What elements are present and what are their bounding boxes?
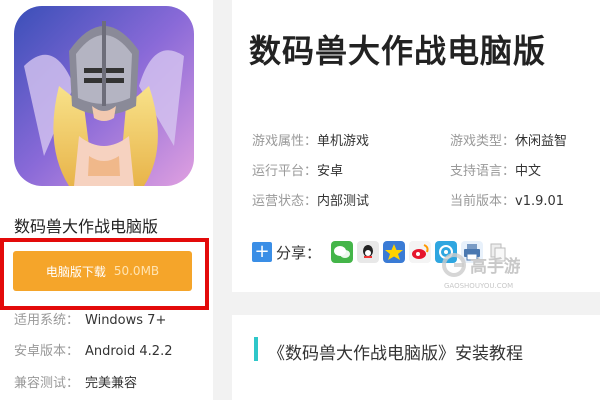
watermark-domain: GAOSHOUYOU.COM: [444, 282, 513, 290]
attr-value: 单机游戏: [317, 134, 370, 149]
meta-value: Android 4.2.2: [85, 344, 173, 359]
page-title: 数码兽大作战电脑版: [249, 32, 547, 70]
meta-key: 安卓版本：: [14, 344, 80, 359]
attr-value: 休闲益智: [515, 134, 568, 149]
download-label: 电脑版下载: [45, 264, 106, 279]
watermark-brand: 高手游: [470, 256, 520, 277]
weibo-icon[interactable]: [409, 241, 432, 263]
attr-type: 游戏类型：休闲益智: [450, 130, 567, 149]
attr-version: 当前版本：v1.9.01: [450, 190, 564, 209]
qq-icon[interactable]: [357, 241, 380, 263]
app-name: 数码兽大作战电脑版: [14, 217, 159, 236]
attr-key: 运行平台：: [252, 164, 318, 179]
meta-system: 适用系统： Windows 7+: [14, 309, 166, 328]
attr-status: 运营状态：内部测试: [252, 190, 369, 209]
attr-key: 支持语言：: [450, 164, 516, 179]
meta-key: 兼容测试：: [14, 376, 80, 391]
attr-value: 中文: [515, 164, 542, 179]
attr-platform: 运行平台：安卓: [252, 160, 343, 179]
attr-value: v1.9.01: [515, 194, 565, 209]
meta-key: 适用系统：: [14, 313, 80, 328]
share-label: 分享：: [276, 243, 322, 262]
attr-key: 游戏属性：: [252, 134, 318, 149]
wechat-icon[interactable]: [331, 241, 354, 263]
meta-value: 完美兼容: [85, 376, 138, 391]
attr-value: 内部测试: [317, 194, 370, 209]
qzone-icon[interactable]: [383, 241, 406, 263]
attr-value: 安卓: [317, 164, 344, 179]
meta-compat: 兼容测试： 完美兼容: [14, 372, 137, 391]
download-size: 50.0MB: [113, 264, 160, 278]
attr-property: 游戏属性：单机游戏: [252, 130, 369, 149]
app-icon-image[interactable]: [14, 6, 194, 186]
attr-key: 运营状态：: [252, 194, 318, 209]
watermark-logo: 高手游 GAOSHOUYOU.COM: [440, 250, 521, 292]
meta-value: Windows 7+: [85, 313, 167, 328]
attr-language: 支持语言：中文: [450, 160, 541, 179]
meta-android: 安卓版本： Android 4.2.2: [14, 340, 173, 359]
attr-key: 游戏类型：: [450, 134, 516, 149]
install-title[interactable]: 《数码兽大作战电脑版》安装教程: [268, 339, 523, 364]
share-plus-icon[interactable]: +: [252, 242, 272, 262]
download-button[interactable]: 电脑版下载 50.0MB: [13, 251, 192, 291]
attr-key: 当前版本：: [450, 194, 516, 209]
section-accent-bar: [254, 337, 258, 361]
